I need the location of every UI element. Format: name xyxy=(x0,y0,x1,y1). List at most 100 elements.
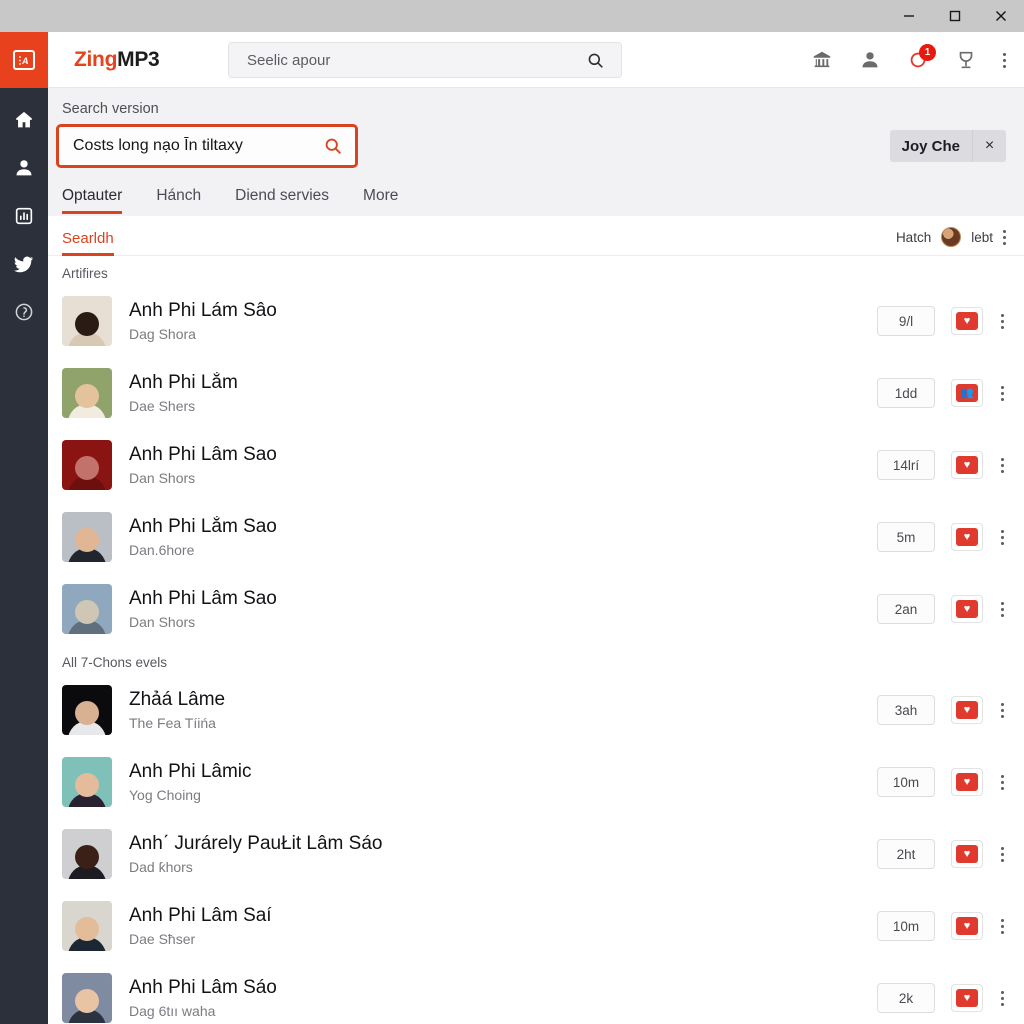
row-text: Anh Phi Lâm Sáo Dag 6tıı waha xyxy=(129,977,877,1018)
window-titlebar xyxy=(0,0,1024,32)
row-title: Anh Phi Lắm Sao xyxy=(129,516,277,538)
table-row[interactable]: Anh Phi Lắm Dae Shers 1dd 👥 xyxy=(48,357,1024,429)
sidebar-item-charts[interactable] xyxy=(0,192,48,240)
global-search-field[interactable]: Seelic apour xyxy=(228,42,622,78)
row-overflow-menu-icon[interactable] xyxy=(999,990,1006,1006)
table-row[interactable]: Anh Phi Lâmic Yog Choing 10m ♥ xyxy=(48,746,1024,818)
row-title: Anh Phi Lâm Sao xyxy=(129,588,277,610)
table-row[interactable]: Anh Phi Lắm Sao Dan.6hore 5m ♥ xyxy=(48,501,1024,573)
row-text: Anh Phi Lâm Saí Dae Sħser xyxy=(129,905,877,946)
status-badge: 2an xyxy=(877,594,935,624)
home-bank-icon[interactable] xyxy=(811,49,833,71)
heart-box-icon[interactable]: ♥ xyxy=(951,768,983,796)
results-subheader-right: Hatch lebt xyxy=(896,227,1006,255)
account-icon[interactable] xyxy=(859,49,881,71)
window-maximize-button[interactable] xyxy=(932,0,978,32)
row-title: Anh Phi Lắm xyxy=(129,372,238,394)
sidebar-item-twitter[interactable] xyxy=(0,240,48,288)
table-row[interactable]: Anh Phi Lâm Sao Dan Shors 14lrí ♥ xyxy=(48,429,1024,501)
window-close-button[interactable] xyxy=(978,0,1024,32)
row-actions: 5m ♥ xyxy=(877,522,1006,552)
section-label-all-chons: All 7-Chons evels xyxy=(62,655,168,670)
filter-chip-label: Joy Che xyxy=(889,130,972,162)
row-actions: 2an ♥ xyxy=(877,594,1006,624)
brand-zing: Zing xyxy=(74,47,118,71)
heart-box-icon[interactable]: ♥ xyxy=(951,984,983,1012)
search-icon[interactable] xyxy=(323,136,355,156)
row-subtitle: Dad ƙhors xyxy=(129,858,193,875)
tab-diend-servies[interactable]: Diend servies xyxy=(235,187,329,214)
table-row[interactable]: Anhˊ Jurárely PauŁit Lâm Sáo Dad ƙhors 2… xyxy=(48,818,1024,890)
sidebar-item-account[interactable] xyxy=(0,144,48,192)
row-title: Anh Phi Lám Sâo xyxy=(129,300,277,322)
sidebar-item-discover[interactable] xyxy=(0,288,48,336)
results-subheader: Searldh Hatch lebt xyxy=(48,216,1024,256)
status-badge: 1dd xyxy=(877,378,935,408)
heart-box-icon[interactable]: ♥ xyxy=(951,523,983,551)
heart-box-icon[interactable]: ♥ xyxy=(951,595,983,623)
heart-box-icon[interactable]: ♥ xyxy=(951,451,983,479)
search-icon[interactable] xyxy=(586,51,621,70)
row-thumbnail xyxy=(62,901,112,951)
table-row[interactable]: Anh Phi Lâm Saí Dae Sħser 10m ♥ xyxy=(48,890,1024,962)
row-subtitle: Dan.6hore xyxy=(129,541,195,558)
table-row[interactable]: Zhảá Lâme The Fea Tíińa 3ah ♥ xyxy=(48,674,1024,746)
heart-box-icon[interactable]: ♥ xyxy=(951,696,983,724)
search-input[interactable]: Costs long nạo Īn tiltaxy xyxy=(56,124,358,168)
row-overflow-menu-icon[interactable] xyxy=(999,385,1006,401)
tab-more[interactable]: More xyxy=(363,187,398,214)
row-text: Anh Phi Lâm Sao Dan Shors xyxy=(129,588,877,629)
search-panel: Search version Costs long nạo Īn tiltaxy… xyxy=(48,88,1024,1024)
brand-mp3: MP3 xyxy=(117,47,160,71)
avatar[interactable] xyxy=(941,227,962,247)
notification-badge: 1 xyxy=(919,44,936,61)
row-overflow-menu-icon[interactable] xyxy=(999,529,1006,545)
home-icon xyxy=(13,109,35,131)
overflow-menu-icon[interactable] xyxy=(1003,52,1006,68)
heart-box-icon[interactable]: ♥ xyxy=(951,912,983,940)
row-overflow-menu-icon[interactable] xyxy=(999,918,1006,934)
chart-box-icon xyxy=(13,205,35,227)
row-actions: 14lrí ♥ xyxy=(877,450,1006,480)
row-actions: 2ht ♥ xyxy=(877,839,1006,869)
trophy-icon[interactable] xyxy=(955,49,977,71)
row-overflow-menu-icon[interactable] xyxy=(999,774,1006,790)
row-thumbnail xyxy=(62,440,112,490)
row-actions: 9/l ♥ xyxy=(877,306,1006,336)
row-overflow-menu-icon[interactable] xyxy=(999,313,1006,329)
row-subtitle: Dae Sħser xyxy=(129,930,196,947)
table-row[interactable]: Anh Phi Lâm Sáo Dag 6tıı waha 2k ♥ xyxy=(48,962,1024,1024)
tab-hanch[interactable]: Hánch xyxy=(156,187,201,214)
overflow-menu-icon[interactable] xyxy=(1003,229,1006,245)
row-overflow-menu-icon[interactable] xyxy=(999,846,1006,862)
tab-optauter[interactable]: Optauter xyxy=(62,187,123,214)
history-refresh-icon[interactable]: 1 xyxy=(907,44,936,71)
row-thumbnail xyxy=(62,829,112,879)
row-actions: 1dd 👥 xyxy=(877,378,1006,408)
table-row[interactable]: Anh Phi Lám Sâo Dag Shora 9/l ♥ xyxy=(48,285,1024,357)
section-label-artifires: Artifires xyxy=(62,266,108,281)
row-subtitle: The Fea Tíińa xyxy=(129,714,216,731)
heart-box-icon[interactable]: ♥ xyxy=(951,840,983,868)
heart-box-icon[interactable]: ♥ xyxy=(951,307,983,335)
compass-icon xyxy=(13,301,35,323)
status-badge: 14lrí xyxy=(877,450,935,480)
row-text: Zhảá Lâme The Fea Tíińa xyxy=(129,689,877,730)
group-box-icon[interactable]: 👥 xyxy=(951,379,983,407)
sidebar-item-home[interactable] xyxy=(0,96,48,144)
tab-search[interactable]: Searldh xyxy=(62,230,114,256)
table-row[interactable]: Anh Phi Lâm Sao Dan Shors 2an ♥ xyxy=(48,573,1024,645)
filter-chip[interactable]: Joy Che × xyxy=(889,130,1006,162)
window-minimize-button[interactable] xyxy=(886,0,932,32)
lebt-label: lebt xyxy=(971,229,993,245)
status-badge: 5m xyxy=(877,522,935,552)
close-icon[interactable]: × xyxy=(972,130,1006,162)
sidebar-logo[interactable]: A xyxy=(0,32,48,88)
twitter-icon xyxy=(13,253,35,275)
row-subtitle: Dan Shors xyxy=(129,613,196,630)
row-overflow-menu-icon[interactable] xyxy=(999,601,1006,617)
row-text: Anh Phi Lám Sâo Dag Shora xyxy=(129,300,877,341)
row-overflow-menu-icon[interactable] xyxy=(999,457,1006,473)
account-icon xyxy=(13,157,35,179)
row-overflow-menu-icon[interactable] xyxy=(999,702,1006,718)
